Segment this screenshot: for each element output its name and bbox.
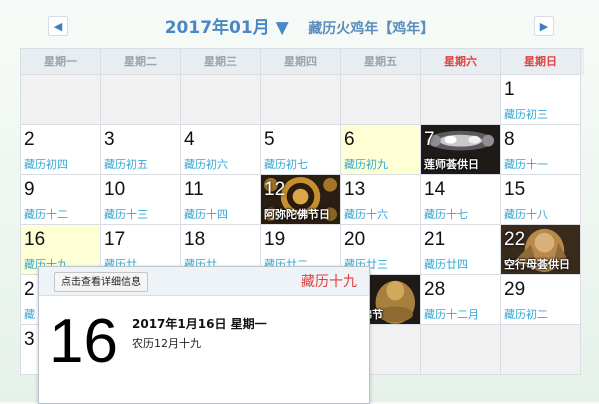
- day-number: 10: [104, 179, 126, 200]
- empty-day-cell: [341, 75, 421, 125]
- festival-label: 莲师荟供日: [424, 158, 479, 171]
- weekday-fri: 星期五: [341, 49, 421, 75]
- popup-lunar-date: 藏历十九: [301, 274, 357, 290]
- empty-day-cell: [501, 325, 581, 375]
- lunar-date: 藏历初三: [504, 108, 548, 121]
- day-number: 22: [504, 229, 526, 250]
- day-cell-13[interactable]: 13 藏历十六: [341, 175, 421, 225]
- lunar-date: 藏历初六: [184, 158, 228, 171]
- day-cell-2[interactable]: 2 藏历初四: [21, 125, 101, 175]
- day-cell-10[interactable]: 10 藏历十三: [101, 175, 181, 225]
- day-number: 8: [504, 129, 515, 150]
- day-number: 1: [504, 79, 515, 100]
- lunar-date: 藏历初九: [344, 158, 388, 171]
- weekday-sun: 星期日: [501, 49, 581, 75]
- lunar-date: 藏历廿四: [424, 258, 468, 271]
- lunar-date: 藏历初二: [504, 308, 548, 321]
- day-number: 16: [24, 229, 46, 250]
- lunar-date: 藏历十一: [504, 158, 548, 171]
- empty-day-cell: [421, 325, 501, 375]
- festival-label: 阿弥陀佛节日: [264, 208, 330, 221]
- day-cell-11[interactable]: 11 藏历十四: [181, 175, 261, 225]
- day-detail-popup: 点击查看详细信息 藏历十九 16 2017年1月16日 星期一 农历12月十九: [38, 266, 370, 404]
- festival-label: 空行母荟供日: [504, 258, 570, 271]
- weekday-thu: 星期四: [261, 49, 341, 75]
- lunar-date: 藏历初五: [104, 158, 148, 171]
- day-cell-1[interactable]: 1 藏历初三: [501, 75, 581, 125]
- empty-day-cell: [101, 75, 181, 125]
- calendar-header: 2017年01月 ▼ 藏历火鸡年【鸡年】: [0, 16, 599, 40]
- day-cell-15[interactable]: 15 藏历十八: [501, 175, 581, 225]
- lunar-date: 藏历十六: [344, 208, 388, 221]
- day-number: 17: [104, 229, 126, 250]
- day-number: 20: [344, 229, 366, 250]
- day-cell-12[interactable]: 12 阿弥陀佛节日: [261, 175, 341, 225]
- empty-day-cell: [421, 75, 501, 125]
- day-number: 9: [24, 179, 35, 200]
- lunar-date: 藏历十八: [504, 208, 548, 221]
- day-cell-5[interactable]: 5 藏历初七: [261, 125, 341, 175]
- day-number: 4: [184, 129, 195, 150]
- lunar-date: 藏历十二: [24, 208, 68, 221]
- day-cell-22[interactable]: 22 空行母荟供日: [501, 225, 581, 275]
- day-number: 5: [264, 129, 275, 150]
- day-number: 18: [184, 229, 206, 250]
- day-number: 2: [24, 279, 35, 300]
- empty-day-cell: [181, 75, 261, 125]
- view-details-button[interactable]: 点击查看详细信息: [54, 272, 148, 292]
- day-cell-4[interactable]: 4 藏历初六: [181, 125, 261, 175]
- day-number: 2: [24, 129, 35, 150]
- day-number: 6: [344, 129, 355, 150]
- day-cell-21[interactable]: 21 藏历廿四: [421, 225, 501, 275]
- day-cell-6[interactable]: 6 藏历初九: [341, 125, 421, 175]
- lunar-date: 藏历初四: [24, 158, 68, 171]
- empty-day-cell: [21, 75, 101, 125]
- lunar-date: 藏历初七: [264, 158, 308, 171]
- day-number: 29: [504, 279, 526, 300]
- day-number: 21: [424, 229, 446, 250]
- popup-chinese-lunar-date: 农历12月十九: [132, 337, 201, 350]
- weekday-header: 星期一 星期二 星期三 星期四 星期五 星期六 星期日: [21, 49, 584, 75]
- popup-day-number: 16: [49, 307, 118, 376]
- lunar-date: 藏历十四: [184, 208, 228, 221]
- lunar-date: 藏历十七: [424, 208, 468, 221]
- popup-header: 点击查看详细信息 藏历十九: [39, 267, 369, 296]
- tibetan-year-title: 藏历火鸡年【鸡年】: [308, 21, 435, 37]
- day-number: 7: [424, 129, 435, 150]
- day-cell-7[interactable]: 7 莲师荟供日: [421, 125, 501, 175]
- weekday-tue: 星期二: [101, 49, 181, 75]
- month-selector[interactable]: 2017年01月 ▼: [165, 18, 289, 38]
- day-number: 13: [344, 179, 366, 200]
- lunar-date: 藏历十三: [104, 208, 148, 221]
- day-number: 3: [104, 129, 115, 150]
- day-number: 14: [424, 179, 446, 200]
- day-number: 12: [264, 179, 286, 200]
- empty-day-cell: [261, 75, 341, 125]
- day-cell-14[interactable]: 14 藏历十七: [421, 175, 501, 225]
- day-cell-28[interactable]: 28 藏历十二月: [421, 275, 501, 325]
- weekday-sat: 星期六: [421, 49, 501, 75]
- day-cell-3[interactable]: 3 藏历初五: [101, 125, 181, 175]
- day-number: 11: [184, 179, 204, 200]
- lunar-date: 藏: [24, 308, 35, 321]
- popup-full-date: 2017年1月16日 星期一: [132, 317, 267, 331]
- day-number: 19: [264, 229, 286, 250]
- lunar-date: 藏历十二月: [424, 308, 479, 321]
- day-cell-9[interactable]: 9 藏历十二: [21, 175, 101, 225]
- weekday-mon: 星期一: [21, 49, 101, 75]
- day-cell-29[interactable]: 29 藏历初二: [501, 275, 581, 325]
- weekday-wed: 星期三: [181, 49, 261, 75]
- day-number: 3: [24, 329, 35, 350]
- day-number: 28: [424, 279, 446, 300]
- day-cell-8[interactable]: 8 藏历十一: [501, 125, 581, 175]
- day-number: 15: [504, 179, 526, 200]
